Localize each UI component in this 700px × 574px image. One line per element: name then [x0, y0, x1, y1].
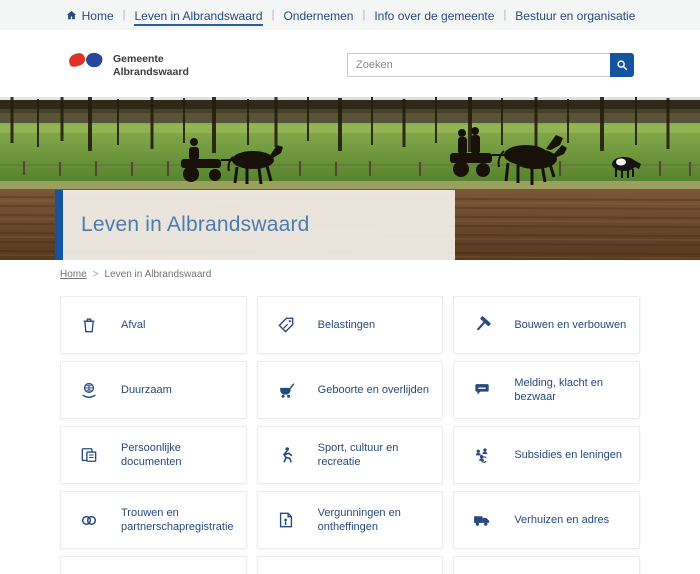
category-card-label: Vergunningen en ontheffingen — [318, 506, 435, 535]
category-card-afval[interactable]: Afval — [60, 296, 247, 354]
logo-mark-icon — [68, 50, 104, 72]
search-button[interactable] — [610, 53, 634, 77]
nav-item-home[interactable]: Home — [65, 5, 114, 26]
category-card-partial[interactable] — [257, 556, 444, 574]
category-card-label: Sport, cultuur en recreatie — [318, 441, 435, 470]
breadcrumb-item-home[interactable]: Home — [60, 269, 87, 280]
hero-image: Leven in Albrandswaard — [0, 97, 700, 260]
category-card-label: Verhuizen en adres — [514, 513, 609, 527]
category-card-label: Duurzaam — [121, 383, 172, 397]
category-card-vergunningen-en-ontheffingen[interactable]: Vergunningen en ontheffingen — [257, 491, 444, 549]
category-card-label: Geboorte en overlijden — [318, 383, 429, 397]
pram-icon — [276, 380, 296, 400]
search-input[interactable] — [347, 53, 610, 77]
hammer-icon — [472, 315, 492, 335]
category-card-label: Persoonlijke documenten — [121, 441, 238, 470]
nav-item-label: Info over de gemeente — [374, 9, 494, 23]
category-card-belastingen[interactable]: Belastingen — [257, 296, 444, 354]
speech-bubble-icon — [472, 380, 492, 400]
category-card-trouwen-en-partnerschapregistratie[interactable]: Trouwen en partnerschapregistratie — [60, 491, 247, 549]
nav-item-label: Leven in Albrandswaard — [134, 9, 262, 23]
category-card-verhuizen-en-adres[interactable]: Verhuizen en adres — [453, 491, 640, 549]
category-card-geboorte-en-overlijden[interactable]: Geboorte en overlijden — [257, 361, 444, 419]
id-documents-icon — [79, 445, 99, 465]
category-card-label: Bouwen en verbouwen — [514, 318, 626, 332]
category-card-bouwen-en-verbouwen[interactable]: Bouwen en verbouwen — [453, 296, 640, 354]
category-card-label: Belastingen — [318, 318, 376, 332]
category-card-label: Subsidies en leningen — [514, 448, 622, 462]
category-card-partial[interactable] — [453, 556, 640, 574]
site-header: Gemeente Albrandswaard — [0, 30, 700, 97]
nav-item-bestuur-en-organisatie[interactable]: Bestuur en organisatie — [515, 5, 635, 26]
nav-divider: | — [503, 9, 506, 21]
nav-item-label: Bestuur en organisatie — [515, 9, 635, 23]
page-title: Leven in Albrandswaard — [81, 213, 310, 237]
nav-divider: | — [272, 9, 275, 21]
tax-tag-icon — [276, 315, 296, 335]
sustainability-globe-icon — [79, 380, 99, 400]
home-icon — [65, 9, 78, 22]
wedding-rings-icon — [79, 510, 99, 530]
municipality-logo[interactable]: Gemeente Albrandswaard — [68, 50, 189, 79]
category-card-grid: Afval Belastingen Bouwen en verbouwen Duurz… — [60, 296, 640, 574]
sports-icon — [276, 445, 296, 465]
top-navigation-bar: Home | Leven in Albrandswaard | Ondernemen | I… — [0, 0, 700, 30]
breadcrumb-separator: > — [93, 269, 99, 280]
search-icon — [615, 58, 629, 72]
nav-item-label: Ondernemen — [283, 9, 353, 23]
nav-divider: | — [362, 9, 365, 21]
category-card-label: Melding, klacht en bezwaar — [514, 376, 631, 405]
nav-item-info-over-de-gemeente[interactable]: Info over de gemeente — [374, 5, 494, 26]
category-card-melding-klacht-en-bezwaar[interactable]: Melding, klacht en bezwaar — [453, 361, 640, 419]
logo-text: Gemeente Albrandswaard — [113, 50, 189, 79]
category-card-partial[interactable] — [60, 556, 247, 574]
search-bar — [347, 53, 634, 77]
category-card-persoonlijke-documenten[interactable]: Persoonlijke documenten — [60, 426, 247, 484]
category-card-duurzaam[interactable]: Duurzaam — [60, 361, 247, 419]
nav-item-ondernemen[interactable]: Ondernemen — [283, 5, 353, 26]
breadcrumb-item-leven-in-albrandswaard: Leven in Albrandswaard — [105, 269, 212, 280]
moving-truck-icon — [472, 510, 492, 530]
people-euro-icon — [472, 445, 492, 465]
category-card-sport-cultuur-en-recreatie[interactable]: Sport, cultuur en recreatie — [257, 426, 444, 484]
nav-divider: | — [123, 9, 126, 21]
category-card-label: Afval — [121, 318, 145, 332]
hero-title-panel: Leven in Albrandswaard — [55, 190, 455, 260]
nav-item-leven-in-albrandswaard[interactable]: Leven in Albrandswaard — [134, 5, 262, 26]
category-card-subsidies-en-leningen[interactable]: Subsidies en leningen — [453, 426, 640, 484]
category-card-label: Trouwen en partnerschapregistratie — [121, 506, 238, 535]
nav-item-label: Home — [82, 9, 114, 23]
trash-icon — [79, 315, 99, 335]
breadcrumb: Home > Leven in Albrandswaard — [60, 269, 700, 280]
permit-document-icon — [276, 510, 296, 530]
